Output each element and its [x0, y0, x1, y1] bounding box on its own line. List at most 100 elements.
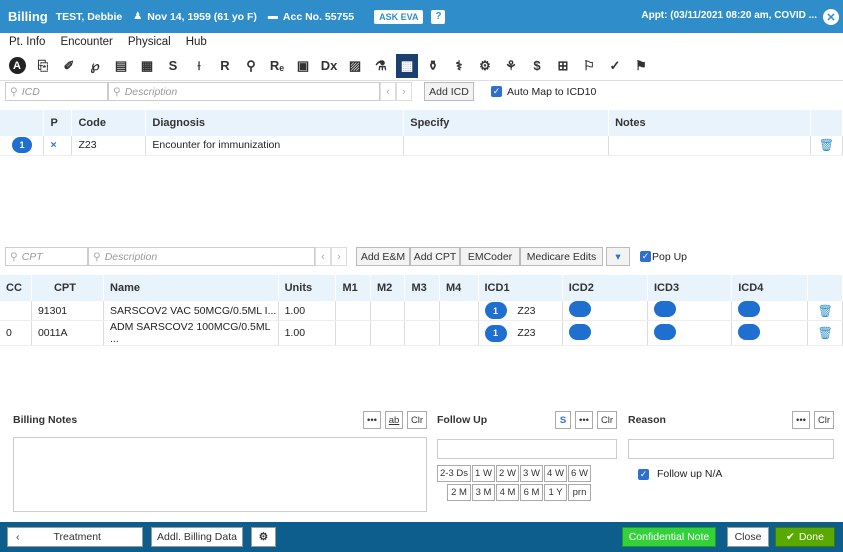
- prev-icon[interactable]: ‹: [380, 82, 396, 101]
- re-icon[interactable]: Rₑ: [266, 54, 288, 78]
- primary-remove-icon[interactable]: ×: [43, 136, 73, 156]
- menu-physical[interactable]: Physical: [128, 36, 171, 48]
- auto-map-checkbox[interactable]: ✓ Auto Map to ICD10: [491, 86, 596, 98]
- follow-up-option[interactable]: 4 W: [544, 465, 567, 482]
- cpt-description-input[interactable]: ⚲ Description: [88, 247, 315, 266]
- confidential-note-button[interactable]: Confidential Note: [622, 527, 716, 547]
- chevron-down-icon[interactable]: ▾: [606, 247, 630, 266]
- addl-billing-data-button[interactable]: Addl. Billing Data: [151, 527, 243, 547]
- follow-up-option[interactable]: 6 M: [520, 484, 543, 501]
- s-button[interactable]: S: [555, 411, 571, 429]
- dx-icon[interactable]: Dx: [318, 54, 340, 78]
- close-icon[interactable]: ✕: [823, 9, 839, 25]
- follow-up-option[interactable]: 3 W: [520, 465, 543, 482]
- add-cpt-button[interactable]: Add CPT: [410, 247, 460, 266]
- trash-icon[interactable]: 🗑: [818, 304, 833, 318]
- follow-up-option[interactable]: 1 Y: [544, 484, 567, 501]
- clear-button[interactable]: Clr: [814, 411, 834, 429]
- add-icd-button[interactable]: Add ICD: [424, 82, 474, 101]
- follow-up-option[interactable]: 2 W: [496, 465, 519, 482]
- trash-icon[interactable]: 🗑: [819, 138, 834, 152]
- ask-eva-button[interactable]: ASK EVA: [374, 9, 424, 24]
- billing-notes-textarea[interactable]: [13, 437, 427, 512]
- medicare-edits-button[interactable]: Medicare Edits: [520, 247, 603, 266]
- icd-notes[interactable]: [608, 136, 811, 156]
- cpt-m3[interactable]: [404, 301, 440, 321]
- close-button[interactable]: Close: [727, 527, 769, 547]
- icd1-badge[interactable]: 1: [484, 302, 507, 319]
- follow-up-input[interactable]: [437, 439, 617, 459]
- emcoder-button[interactable]: EMCoder: [460, 247, 520, 266]
- figure-icon[interactable]: ⚘: [500, 54, 522, 78]
- cpt-cc[interactable]: 0: [0, 320, 32, 346]
- prev-icon[interactable]: ‹: [315, 247, 331, 266]
- follow-up-option[interactable]: 4 M: [496, 484, 519, 501]
- menu-encounter[interactable]: Encounter: [60, 36, 112, 48]
- follow-up-option[interactable]: prn: [568, 484, 591, 501]
- dollar-list-icon[interactable]: $: [526, 54, 548, 78]
- cpt-units[interactable]: 1.00: [278, 301, 337, 321]
- s-icon[interactable]: S: [162, 54, 184, 78]
- table-row[interactable]: 0 0011A ADM SARSCOV2 100MCG/0.5ML ... 1.…: [0, 320, 843, 346]
- more-icon[interactable]: •••: [575, 411, 593, 429]
- stethoscope-icon[interactable]: ℘: [84, 54, 106, 78]
- spellcheck-icon[interactable]: ab: [385, 411, 403, 429]
- cpt-m1[interactable]: [335, 320, 371, 346]
- allergy-icon[interactable]: A: [6, 54, 28, 78]
- table-row[interactable]: 91301 SARSCOV2 VAC 50MCG/0.5ML I... 1.00…: [0, 301, 843, 321]
- icd1-badge[interactable]: 1: [484, 324, 507, 342]
- lab-icon[interactable]: ▨: [344, 54, 366, 78]
- symbol-icon[interactable]: ⟊: [188, 54, 210, 78]
- follow-up-option[interactable]: 3 M: [472, 484, 495, 501]
- pen-icon[interactable]: ✐: [58, 54, 80, 78]
- cpt-cc[interactable]: [0, 301, 32, 321]
- follow-up-option[interactable]: 1 W: [472, 465, 495, 482]
- follow-up-option[interactable]: 2 M: [447, 484, 471, 501]
- more-icon[interactable]: •••: [363, 411, 381, 429]
- icd-number-badge[interactable]: 1: [12, 137, 32, 154]
- cpt-m1[interactable]: [335, 301, 371, 321]
- r-icon[interactable]: R: [214, 54, 236, 78]
- icd3-badge[interactable]: [654, 301, 676, 317]
- icd3-badge[interactable]: [654, 323, 676, 340]
- popup-checkbox[interactable]: ✓ Pop Up: [640, 251, 687, 263]
- cpt-m4[interactable]: [439, 301, 479, 321]
- clear-button[interactable]: Clr: [597, 411, 617, 429]
- help-button[interactable]: ?: [431, 9, 446, 24]
- menu-hub[interactable]: Hub: [186, 36, 207, 48]
- more-icon[interactable]: •••: [792, 411, 810, 429]
- notes-icon[interactable]: ▤: [110, 54, 132, 78]
- icd4-badge[interactable]: [738, 301, 761, 317]
- copy-icon[interactable]: ⎘: [32, 54, 54, 78]
- cpt-m2[interactable]: [370, 320, 406, 346]
- tubes-icon[interactable]: ⚕: [448, 54, 470, 78]
- clear-button[interactable]: Clr: [407, 411, 427, 429]
- cpt-search-input[interactable]: ⚲ CPT: [5, 247, 88, 266]
- settings-icon[interactable]: ⚙: [251, 527, 276, 547]
- icd-specify[interactable]: [403, 136, 610, 156]
- beaker-icon[interactable]: ⚱: [422, 54, 444, 78]
- menu-pt-info[interactable]: Pt. Info: [9, 36, 45, 48]
- icd-description-input[interactable]: ⚲ Description: [108, 82, 380, 101]
- kit-icon[interactable]: ⚙: [474, 54, 496, 78]
- icd2-badge[interactable]: [568, 323, 591, 340]
- icd2-badge[interactable]: [568, 301, 591, 317]
- reason-input[interactable]: [628, 439, 834, 459]
- done-button[interactable]: ✔ Done: [775, 527, 835, 547]
- appointment-info[interactable]: Appt: (03/11/2021 08:20 am, COVID ...: [641, 10, 817, 21]
- billing-grid-icon[interactable]: ▦: [396, 53, 418, 78]
- printer-icon[interactable]: ▣: [292, 54, 314, 78]
- follow-up-option[interactable]: 6 W: [568, 465, 591, 482]
- icd-search-input[interactable]: ⚲ ICD: [5, 82, 108, 101]
- next-icon[interactable]: ›: [331, 247, 347, 266]
- cpt-m3[interactable]: [404, 320, 440, 346]
- follow-up-na-checkbox[interactable]: ✓ Follow up N/A: [638, 468, 834, 480]
- patient-name[interactable]: TEST, Debbie: [56, 11, 123, 23]
- flag-icon[interactable]: ⚐: [578, 54, 600, 78]
- table-row[interactable]: 1 × Z23 Encounter for immunization 🗑: [0, 136, 843, 156]
- cpt-m4[interactable]: [439, 320, 479, 346]
- cpt-units[interactable]: 1.00: [278, 320, 337, 346]
- hand-icon[interactable]: ⚲: [240, 54, 262, 78]
- cpt-m2[interactable]: [370, 301, 406, 321]
- trash-icon[interactable]: 🗑: [818, 326, 833, 340]
